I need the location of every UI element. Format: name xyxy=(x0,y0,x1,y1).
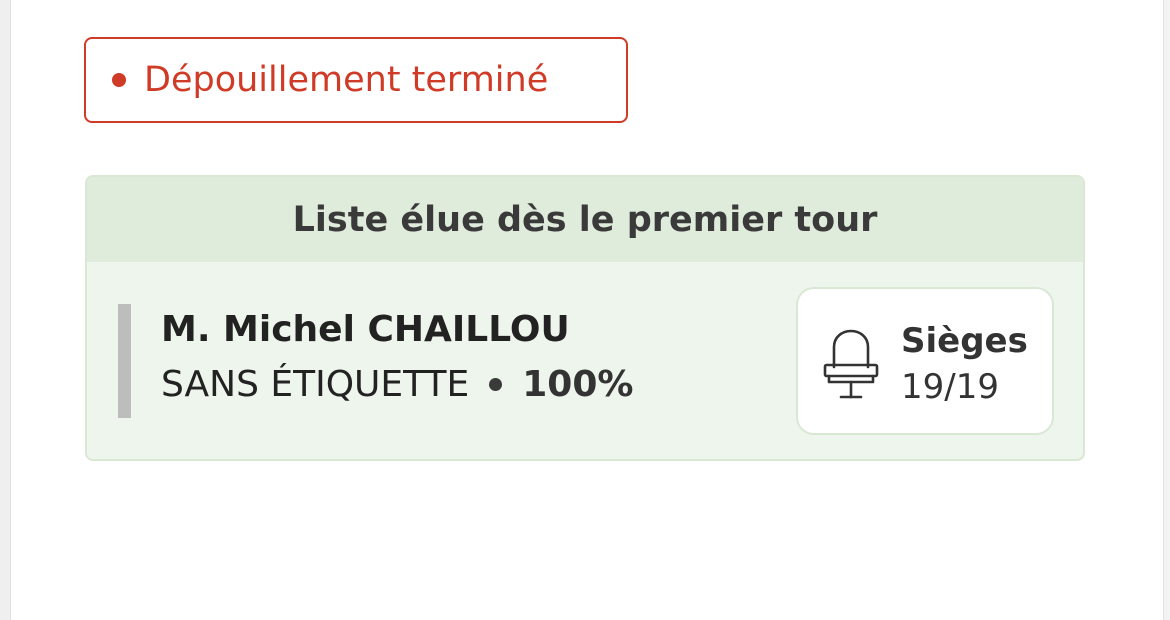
status-badge: Dépouillement terminé xyxy=(84,37,628,123)
status-label: Dépouillement terminé xyxy=(144,60,549,100)
candidate-details: SANS ÉTIQUETTE 100% xyxy=(161,364,633,405)
candidate-party: SANS ÉTIQUETTE xyxy=(161,364,470,405)
page: Dépouillement terminé Liste élue dès le … xyxy=(0,0,1170,620)
candidate-name: M. Michel CHAILLOU xyxy=(161,309,570,350)
seat-icon xyxy=(823,329,879,399)
seats-box: Sièges 19/19 xyxy=(796,287,1054,435)
seats-label: Sièges xyxy=(901,321,1028,361)
separator-dot-icon xyxy=(489,378,503,391)
card-header: Liste élue dès le premier tour xyxy=(87,177,1083,262)
right-edge xyxy=(1163,0,1170,620)
left-edge xyxy=(0,0,11,620)
status-dot-icon xyxy=(112,73,126,87)
seats-value: 19/19 xyxy=(901,367,999,407)
result-card: Liste élue dès le premier tour M. Michel… xyxy=(85,175,1085,461)
candidate-percentage: 100% xyxy=(522,364,634,405)
card-header-title: Liste élue dès le premier tour xyxy=(292,199,878,240)
candidate-color-bar xyxy=(118,304,131,418)
